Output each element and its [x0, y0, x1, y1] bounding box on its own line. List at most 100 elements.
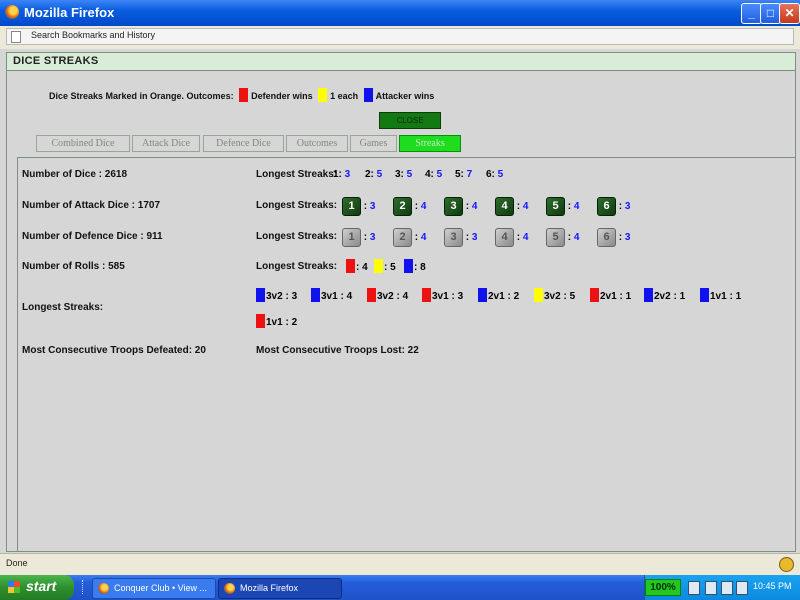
- streak-separator: :: [616, 201, 625, 213]
- streak-separator: :: [463, 232, 472, 244]
- dice-streak-entry: 5 : 4: [546, 197, 579, 216]
- streak-value: 3: [624, 232, 631, 244]
- tab-streaks[interactable]: Streaks: [399, 135, 461, 152]
- outcome-streak-entry: : 5: [374, 259, 396, 273]
- defender-swatch: [239, 88, 249, 102]
- streak-value: 5: [436, 169, 443, 180]
- combined-streak-entry: 2: 5: [365, 169, 382, 180]
- streak-value: 3: [369, 232, 376, 244]
- taskbar: start Conquer Club • View ... Mozilla Fi…: [0, 575, 800, 600]
- defence-longest-label: Longest Streaks:: [256, 231, 338, 242]
- matchup-swatch: [422, 288, 431, 302]
- title-bar: Mozilla Firefox _ □ ✕: [0, 0, 800, 26]
- start-button[interactable]: start: [0, 575, 74, 600]
- dice-streak-entry: 3 : 3: [444, 228, 477, 247]
- streak-face: 3:: [395, 169, 407, 180]
- window-title: Mozilla Firefox: [24, 5, 115, 20]
- battery-indicator[interactable]: 100%: [645, 579, 681, 596]
- legend-defender: Defender wins: [251, 91, 313, 101]
- quick-launch-grip: [82, 580, 89, 594]
- maximize-button[interactable]: □: [760, 3, 781, 24]
- most-troops-lost: Most Consecutive Troops Lost: 22: [256, 345, 419, 356]
- panel-title: DICE STREAKS: [13, 55, 99, 67]
- die-4-icon: 4: [495, 228, 514, 247]
- die-2-icon: 2: [393, 228, 412, 247]
- streak-value: 4: [420, 201, 427, 213]
- smiley-icon[interactable]: [779, 557, 794, 572]
- sidebar-search-bar: Search Bookmarks and History: [0, 26, 800, 46]
- tab-combined-dice[interactable]: Combined Dice: [36, 135, 130, 152]
- die-1-icon: 1: [342, 228, 361, 247]
- streak-separator: :: [361, 201, 370, 213]
- close-button[interactable]: CLOSE: [379, 112, 441, 129]
- matchup-streak-entry: 2v1 : 2: [478, 288, 519, 302]
- streak-value: 3: [369, 201, 376, 213]
- close-window-button[interactable]: ✕: [779, 3, 800, 24]
- monitor-icon[interactable]: [721, 581, 733, 595]
- streak-value: 8: [420, 262, 426, 273]
- streak-separator: :: [565, 232, 574, 244]
- attacker-swatch: [363, 88, 373, 102]
- streak-value: 4: [362, 262, 368, 273]
- firefox-icon: [98, 583, 109, 594]
- streak-value: 3: [471, 232, 478, 244]
- legend-intro: Dice Streaks Marked in Orange. Outcomes:: [49, 91, 234, 101]
- matchup-swatch: [311, 288, 320, 302]
- dice-streak-entry: 1 : 3: [342, 228, 375, 247]
- matchup-streak-entry: 3v2 : 4: [367, 288, 408, 302]
- outcome-streak-entry: : 8: [404, 259, 426, 273]
- matchup-label: 3v2 : 5: [544, 291, 576, 302]
- dice-streak-entry: 4 : 4: [495, 228, 528, 247]
- signal-icon[interactable]: [736, 581, 748, 595]
- matchup-streak-entry: 1v1 : 1: [700, 288, 741, 302]
- search-input[interactable]: Search Bookmarks and History: [6, 28, 794, 45]
- taskbar-button-conquer-club[interactable]: Conquer Club • View ...: [92, 578, 216, 599]
- number-of-rolls: Number of Rolls : 585: [22, 261, 125, 272]
- power-plug-icon[interactable]: [688, 581, 700, 595]
- dice-streaks-panel: DICE STREAKS Dice Streaks Marked in Oran…: [6, 52, 796, 552]
- tab-games[interactable]: Games: [350, 135, 397, 152]
- tab-outcomes[interactable]: Outcomes: [286, 135, 348, 152]
- dice-streak-entry: 2 : 4: [393, 228, 426, 247]
- streak-value: 3: [344, 169, 351, 180]
- taskbar-button-firefox[interactable]: Mozilla Firefox: [218, 578, 342, 599]
- streak-face: 6:: [486, 169, 498, 180]
- streak-value: 5: [497, 169, 504, 180]
- streak-separator: :: [514, 232, 523, 244]
- matchup-swatch: [644, 288, 653, 302]
- longest-streaks-label: Longest Streaks:: [22, 302, 104, 313]
- windows-logo-icon: [8, 581, 20, 593]
- matchup-swatch: [534, 288, 543, 302]
- most-troops-defeated: Most Consecutive Troops Defeated: 20: [22, 345, 206, 356]
- dice-streak-entry: 5 : 4: [546, 228, 579, 247]
- minimize-button[interactable]: _: [741, 3, 762, 24]
- matchup-swatch: [478, 288, 487, 302]
- tab-attack-dice[interactable]: Attack Dice: [132, 135, 200, 152]
- dice-streak-entry: 6 : 3: [597, 228, 630, 247]
- die-6-icon: 6: [597, 197, 616, 216]
- number-of-attack-dice: Number of Attack Dice : 1707: [22, 200, 161, 211]
- tab-defence-dice[interactable]: Defence Dice: [203, 135, 284, 152]
- matchup-streak-entry: 3v2 : 3: [256, 288, 297, 302]
- combined-streak-entry: 6: 5: [486, 169, 503, 180]
- taskbar-button-label: Mozilla Firefox: [240, 583, 299, 593]
- firefox-icon: [5, 5, 19, 19]
- matchup-label: 3v1 : 4: [321, 291, 353, 302]
- streak-value: 7: [466, 169, 473, 180]
- matchup-swatch: [367, 288, 376, 302]
- streak-separator: :: [361, 232, 370, 244]
- die-4-icon: 4: [495, 197, 514, 216]
- outcome-longest-label: Longest Streaks:: [256, 261, 338, 272]
- outcome-swatch: [374, 259, 383, 273]
- streak-value: 3: [624, 201, 631, 213]
- combined-streak-entry: 5: 7: [455, 169, 472, 180]
- document-icon: [11, 31, 21, 43]
- matchup-label: 3v2 : 4: [377, 291, 409, 302]
- matchup-label: 1v1 : 1: [710, 291, 742, 302]
- matchup-label: 2v2 : 1: [654, 291, 686, 302]
- clock: 10:45 PM: [753, 581, 792, 591]
- legend-attacker: Attacker wins: [375, 91, 435, 101]
- network-icon[interactable]: [705, 581, 717, 595]
- number-of-dice: Number of Dice : 2618: [22, 169, 128, 180]
- divider: [0, 46, 800, 49]
